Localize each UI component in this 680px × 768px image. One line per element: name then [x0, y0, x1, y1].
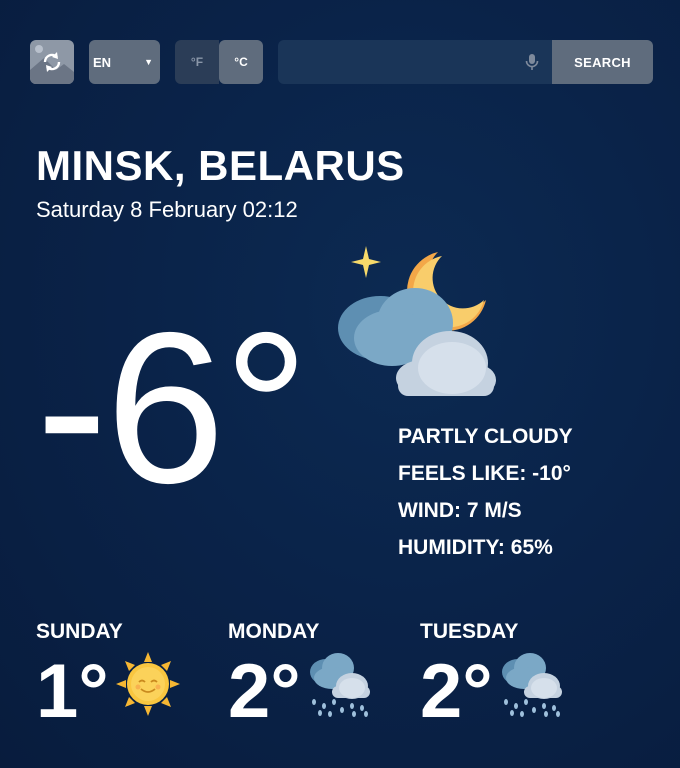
chevron-down-icon: ▼: [144, 57, 153, 67]
sun-icon: [116, 650, 180, 723]
fahrenheit-button[interactable]: °F: [175, 40, 219, 84]
current-temperature: -6°: [36, 287, 309, 528]
rain-cloud-icon: [498, 650, 564, 723]
city-title: MINSK, BELARUS: [36, 142, 405, 189]
feels-like-text: FEELS LIKE: -10°: [398, 462, 571, 485]
weather-details: PARTLY CLOUDY FEELS LIKE: -10° WIND: 7 M…: [398, 424, 573, 572]
humidity-text: HUMIDITY: 65%: [398, 536, 553, 559]
forecast-day-monday: MONDAY: [228, 620, 320, 643]
refresh-background-button[interactable]: [30, 40, 74, 84]
microphone-icon[interactable]: [522, 52, 542, 72]
date-time: Saturday 8 February 02:12: [36, 197, 298, 222]
forecast-day-sunday: SUNDAY: [36, 620, 123, 643]
forecast-temp-monday: 2°: [228, 649, 301, 734]
forecast-temp-tuesday: 2°: [420, 649, 493, 734]
partly-cloudy-night-icon: [330, 238, 505, 408]
language-value: EN: [93, 54, 112, 70]
forecast-temp-sunday: 1°: [36, 649, 109, 734]
search-button[interactable]: SEARCH: [552, 40, 653, 84]
rain-cloud-icon: [306, 650, 372, 723]
wind-text: WIND: 7 M/S: [398, 499, 522, 522]
search-input[interactable]: [278, 40, 552, 84]
condition-text: PARTLY CLOUDY: [398, 425, 573, 448]
language-select[interactable]: EN ▼: [89, 40, 160, 84]
celsius-button[interactable]: °C: [219, 40, 263, 84]
refresh-background-icon: [30, 45, 74, 84]
forecast-day-tuesday: TUESDAY: [420, 620, 519, 643]
